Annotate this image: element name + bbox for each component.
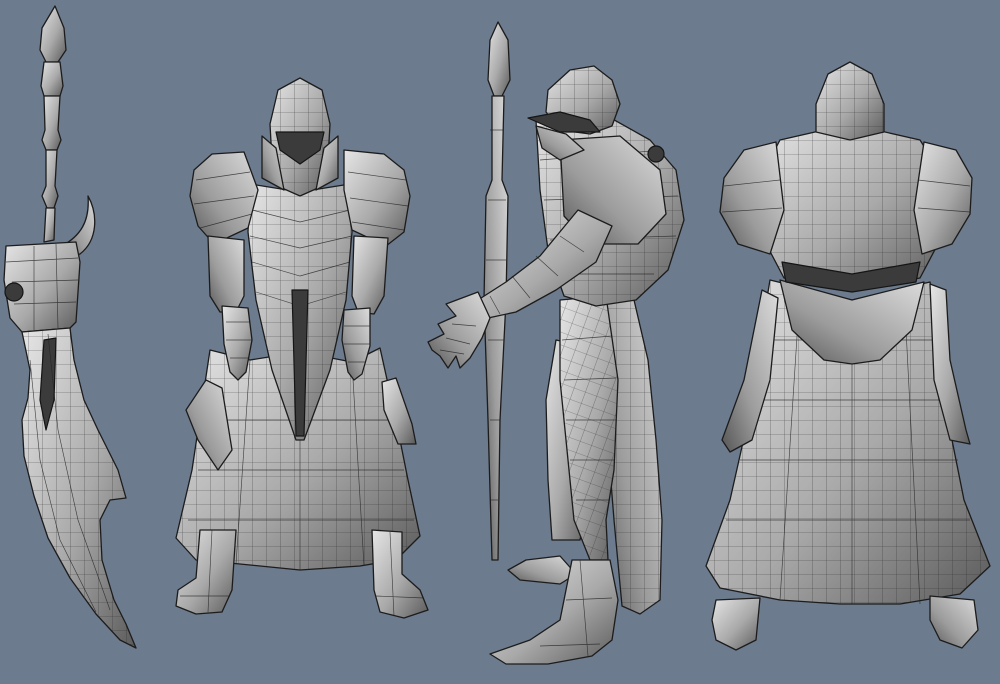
- wireframe-scene: [0, 0, 1000, 684]
- sword-grip-mid: [41, 95, 62, 151]
- knight-back-model[interactable]: [705, 61, 991, 651]
- 3d-viewport[interactable]: [0, 0, 1000, 684]
- sword-guard-ring: [4, 282, 24, 302]
- front-arm-left: [207, 235, 245, 313]
- side-shoulder-stud: [647, 145, 665, 163]
- sword-ricasso: [43, 207, 56, 243]
- sword-grip-top: [40, 61, 64, 97]
- back-boot-left: [711, 597, 761, 651]
